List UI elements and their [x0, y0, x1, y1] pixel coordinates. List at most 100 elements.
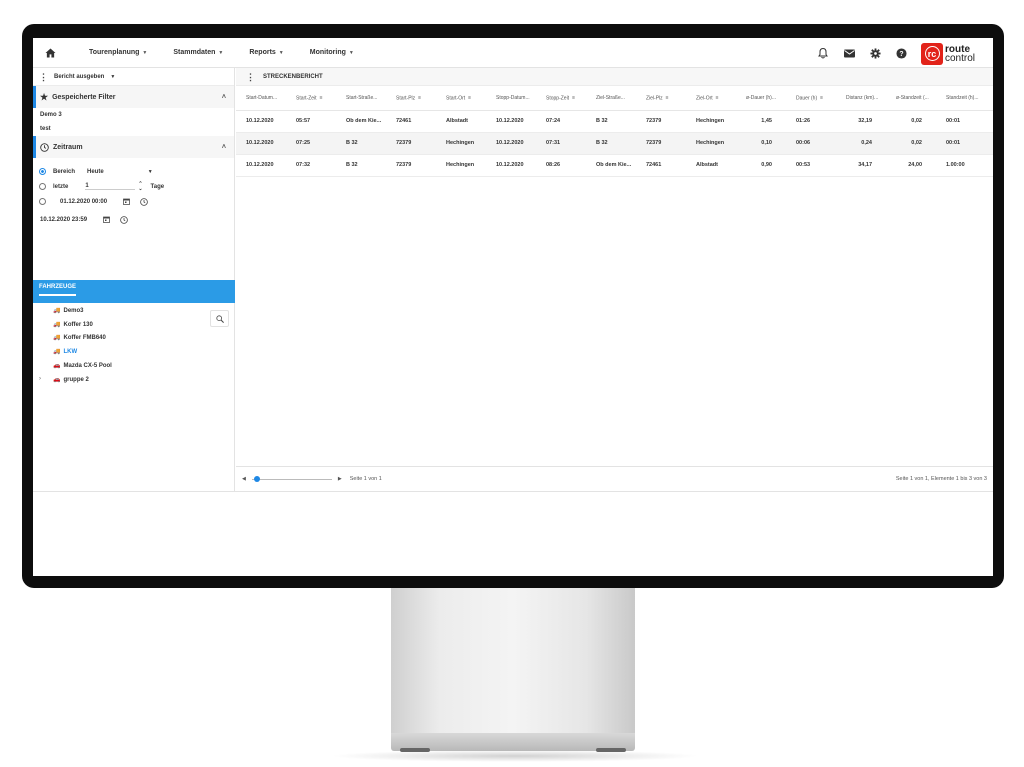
- column-label: Ziel-Plz: [646, 94, 663, 101]
- clock-icon[interactable]: [140, 197, 148, 206]
- to-row: 10.12.2020 23:59: [33, 212, 234, 227]
- column-label: ø-Dauer (h)...: [746, 94, 777, 101]
- help-button[interactable]: ?: [895, 47, 907, 59]
- chevron-up-icon[interactable]: ˄: [222, 144, 226, 151]
- cell: 00:53: [786, 154, 836, 177]
- clock-icon[interactable]: [120, 215, 128, 224]
- car-icon: 🚗: [53, 377, 61, 383]
- caret-down-icon: ▼: [218, 49, 224, 56]
- cell: 10.12.2020: [236, 110, 286, 133]
- prev-page-icon[interactable]: ◀: [242, 476, 246, 482]
- caret-down-icon[interactable]: ▼: [110, 74, 115, 80]
- column-label: Stopp-Datum...: [496, 94, 530, 101]
- letzte-input[interactable]: 1: [85, 183, 136, 190]
- table-row[interactable]: 10.12.2020 07:32 B 32 72379 Hechingen 10…: [236, 154, 993, 177]
- column-header[interactable]: Dauer (h) ≡: [786, 86, 836, 111]
- column-header[interactable]: Ziel-Straße...: [586, 86, 636, 111]
- zeitraum-header[interactable]: Zeitraum ˄: [33, 136, 234, 158]
- column-header[interactable]: ø-Standzeit (...: [886, 86, 936, 111]
- vehicle-item[interactable]: 🚚 Koffer FMB640: [53, 334, 106, 342]
- vehicle-item[interactable]: 🚚 Koffer 130: [53, 321, 93, 329]
- letzte-radio[interactable]: [39, 183, 46, 190]
- from-datetime-input[interactable]: 01.12.2020 00:00: [60, 199, 107, 205]
- cell: 72379: [386, 132, 436, 155]
- stepper-icon[interactable]: ⌃ ⌄: [138, 181, 142, 192]
- notifications-button[interactable]: [817, 47, 829, 59]
- column-header[interactable]: Start-Zeit ≡: [286, 86, 336, 111]
- calendar-icon[interactable]: [123, 198, 130, 205]
- nav-stammdaten[interactable]: Stammdaten ▼: [173, 49, 223, 56]
- cell: 72379: [636, 132, 686, 155]
- bereich-radio[interactable]: [39, 168, 46, 175]
- cell: Albstadt: [436, 110, 486, 133]
- filter-icon[interactable]: ≡: [418, 95, 421, 101]
- tage-label: Tage: [150, 183, 165, 190]
- cell: 0,10: [736, 132, 786, 155]
- chevron-up-icon[interactable]: ˄: [222, 94, 226, 101]
- cell: 34,17: [836, 154, 886, 177]
- messages-button[interactable]: [843, 47, 855, 59]
- column-header[interactable]: Stopp-Datum...: [486, 86, 536, 111]
- column-header[interactable]: Distanz (km)...: [836, 86, 886, 111]
- saved-filter-item[interactable]: test: [33, 122, 234, 136]
- report-header: ⋮ STRECKENBERICHT: [236, 68, 993, 86]
- home-button[interactable]: [37, 38, 63, 68]
- range-radio[interactable]: [39, 198, 46, 205]
- filter-icon[interactable]: ≡: [820, 95, 823, 101]
- pagination-bar: ◀ ▶ Seite 1 von 1 Seite 1 von 1, Element…: [236, 466, 993, 491]
- nav-monitoring[interactable]: Monitoring ▼: [310, 49, 354, 56]
- cell: Albstadt: [686, 154, 736, 177]
- from-row: 01.12.2020 00:00: [33, 194, 234, 209]
- vehicle-item[interactable]: 🚚 Demo3: [53, 307, 84, 315]
- filter-icon[interactable]: ≡: [716, 95, 719, 101]
- vehicle-item-selected[interactable]: 🚚 LKW: [53, 348, 77, 356]
- saved-filter-item[interactable]: Demo 3: [33, 108, 234, 122]
- column-header[interactable]: Stopp-Zeit ≡: [536, 86, 586, 111]
- settings-button[interactable]: [869, 47, 881, 59]
- mail-icon: [843, 49, 855, 57]
- cell: 00:01: [936, 110, 993, 133]
- stand-foot: [400, 748, 430, 752]
- section-title: Gespeicherte Filter: [52, 93, 116, 101]
- letzte-label: letzte: [53, 183, 69, 190]
- saved-filters-header[interactable]: ★ Gespeicherte Filter ˄: [33, 86, 234, 108]
- nav-reports[interactable]: Reports ▼: [249, 49, 283, 56]
- report-output-dropdown[interactable]: Bericht ausgeben: [54, 74, 104, 80]
- vehicle-group-item[interactable]: 🚗 gruppe 2: [53, 376, 89, 384]
- nav-label: Tourenplanung: [89, 49, 140, 56]
- more-vert-icon[interactable]: ⋮: [39, 72, 48, 81]
- column-header[interactable]: Ziel-Plz ≡: [636, 86, 686, 111]
- chevron-right-icon[interactable]: ›: [39, 376, 41, 382]
- column-header[interactable]: Start-Datum...: [236, 86, 286, 111]
- table-row[interactable]: 10.12.2020 05:57 Ob dem Kie... 72461 Alb…: [236, 110, 993, 133]
- vehicle-search-button[interactable]: [210, 310, 229, 327]
- filter-icon[interactable]: ≡: [468, 95, 471, 101]
- table-row[interactable]: 10.12.2020 07:25 B 32 72379 Hechingen 10…: [236, 132, 993, 155]
- column-header[interactable]: Start-Straße...: [336, 86, 386, 111]
- page-slider[interactable]: [251, 475, 332, 482]
- nav-actions: ?: [817, 38, 933, 68]
- caret-down-icon[interactable]: ▼: [148, 169, 153, 175]
- filter-icon[interactable]: ≡: [666, 95, 669, 101]
- column-header[interactable]: Start-Ort ≡: [436, 86, 486, 111]
- filter-icon[interactable]: ≡: [320, 95, 323, 101]
- to-datetime-input[interactable]: 10.12.2020 23:59: [40, 217, 87, 223]
- cell: 00:06: [786, 132, 836, 155]
- column-header[interactable]: Start-Plz ≡: [386, 86, 436, 111]
- column-header[interactable]: Ziel-Ort ≡: [686, 86, 736, 111]
- next-page-icon[interactable]: ▶: [338, 476, 342, 482]
- page-slider-thumb[interactable]: [253, 475, 260, 482]
- bereich-select[interactable]: Heute: [87, 169, 104, 175]
- calendar-icon[interactable]: [103, 216, 110, 223]
- filter-icon[interactable]: ≡: [572, 95, 575, 101]
- tab-fahrzeuge[interactable]: FAHRZEUGE: [39, 284, 77, 296]
- column-header[interactable]: Standzeit (h)...: [936, 86, 993, 111]
- caret-down-icon: ▼: [278, 49, 284, 56]
- clock-icon: [40, 142, 49, 152]
- column-header[interactable]: ø-Dauer (h)...: [736, 86, 786, 111]
- nav-tourenplanung[interactable]: Tourenplanung ▼: [89, 49, 147, 56]
- vehicle-item[interactable]: 🚗 Mazda CX-5 Pool: [53, 362, 112, 370]
- cell: 72461: [636, 154, 686, 177]
- more-vert-icon[interactable]: ⋮: [246, 72, 255, 81]
- cell: 10.12.2020: [486, 154, 536, 177]
